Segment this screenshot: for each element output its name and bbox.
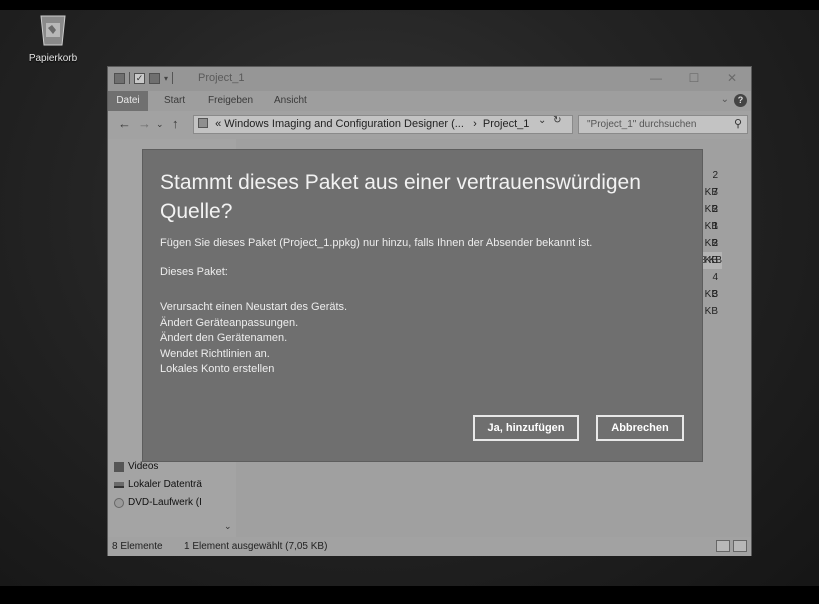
sidebar-item-dvd-drive[interactable]: DVD-Laufwerk (I	[114, 497, 202, 508]
dialog-description: Fügen Sie dieses Paket (Project_1.ppkg) …	[160, 237, 593, 249]
ribbon-tabs: Datei Start Freigeben Ansicht ⌄ ?	[108, 91, 751, 111]
recycle-bin-label: Papierkorb	[28, 53, 78, 64]
recycle-bin[interactable]: Papierkorb	[24, 12, 82, 64]
view-buttons	[716, 540, 747, 552]
tab-start[interactable]: Start	[164, 95, 185, 106]
customize-toolbar-icon[interactable]: ▾	[164, 74, 168, 83]
sidebar-item-label: DVD-Laufwerk (I	[128, 497, 202, 508]
refresh-icon[interactable]: ↻	[553, 115, 561, 126]
path-overflow-icon[interactable]: «	[215, 118, 221, 130]
details-view-icon[interactable]	[716, 540, 730, 552]
close-button[interactable]: ✕	[713, 67, 751, 91]
forward-arrow-icon[interactable]: →	[138, 116, 151, 131]
up-arrow-icon[interactable]: ↑	[172, 116, 179, 131]
sidebar-item-label: Lokaler Datenträ	[128, 479, 202, 490]
search-input[interactable]: "Project_1" durchsuchen ⚲	[578, 115, 748, 134]
title-bar: ✓ ▾ Project_1 — ☐ ✕	[108, 67, 751, 91]
recycle-bin-icon	[40, 15, 66, 46]
screen-bezel-top	[0, 0, 819, 10]
list-item: Lokales Konto erstellen	[160, 363, 275, 375]
maximize-button[interactable]: ☐	[675, 67, 713, 91]
toolbar-separator	[172, 72, 174, 84]
cancel-button[interactable]: Abbrechen	[596, 415, 684, 441]
sidebar-item-local-disk[interactable]: Lokaler Datenträ	[114, 479, 202, 490]
tab-view[interactable]: Ansicht	[274, 95, 307, 106]
status-bar: 8 Elemente 1 Element ausgewählt (7,05 KB…	[108, 537, 751, 556]
folder-icon	[114, 72, 125, 84]
window-controls: — ☐ ✕	[637, 67, 751, 91]
search-placeholder: "Project_1" durchsuchen	[587, 119, 697, 130]
expand-ribbon-icon[interactable]: ⌄	[721, 94, 729, 105]
video-folder-icon	[114, 461, 124, 472]
address-dropdown-icon[interactable]: ⌄	[538, 115, 546, 126]
dialog-list-label: Dieses Paket:	[160, 266, 228, 278]
tab-file[interactable]: Datei	[108, 91, 148, 111]
back-arrow-icon[interactable]: ←	[118, 116, 131, 131]
search-icon: ⚲	[733, 118, 742, 130]
selection-info: 1 Element ausgewählt (7,05 KB)	[184, 541, 328, 552]
tab-share[interactable]: Freigeben	[208, 95, 253, 106]
list-item: Ändert den Gerätenamen.	[160, 332, 288, 344]
screen-bezel-bottom	[0, 586, 819, 604]
package-effects-list: Verursacht einen Neustart des Geräts. Än…	[160, 300, 347, 378]
breadcrumb-current[interactable]: Project_1	[483, 118, 529, 130]
item-count: 8 Elemente	[112, 541, 163, 552]
window-title: Project_1	[198, 72, 245, 84]
sidebar-item-label: Videos	[128, 461, 159, 472]
folder-icon	[198, 118, 208, 128]
address-path[interactable]: « Windows Imaging and Configuration Desi…	[193, 115, 573, 134]
add-package-button[interactable]: Ja, hinzufügen	[473, 415, 579, 441]
address-controls: ⌄ ↻	[538, 115, 562, 126]
package-trust-dialog: Stammt dieses Paket aus einer vertrauens…	[143, 150, 702, 461]
recent-locations-icon[interactable]: ⌄	[156, 119, 164, 130]
dialog-title: Stammt dieses Paket aus einer vertrauens…	[160, 171, 641, 223]
list-item: Ändert Geräteanpassungen.	[160, 316, 299, 329]
list-item: Wendet Richtlinien an.	[160, 347, 270, 360]
new-folder-icon[interactable]	[149, 72, 160, 84]
properties-icon[interactable]: ✓	[134, 72, 145, 84]
list-item: Verursacht einen Neustart des Geräts.	[160, 301, 348, 313]
address-bar: ← → ⌄ ↑ « Windows Imaging and Configurat…	[108, 111, 751, 139]
scroll-down-icon[interactable]: ⌄	[224, 521, 232, 532]
help-icon[interactable]: ?	[734, 94, 747, 107]
large-icons-view-icon[interactable]	[733, 540, 747, 552]
breadcrumb-parent[interactable]: Windows Imaging and Configuration Design…	[224, 118, 464, 130]
breadcrumb-separator-icon: ›	[467, 118, 480, 130]
sidebar-item-videos[interactable]: Videos	[114, 461, 158, 472]
minimize-button[interactable]: —	[637, 67, 675, 91]
dvd-drive-icon	[114, 497, 124, 508]
quick-access-toolbar: ✓ ▾	[114, 72, 174, 84]
toolbar-separator	[129, 72, 130, 84]
hard-drive-icon	[114, 481, 124, 488]
